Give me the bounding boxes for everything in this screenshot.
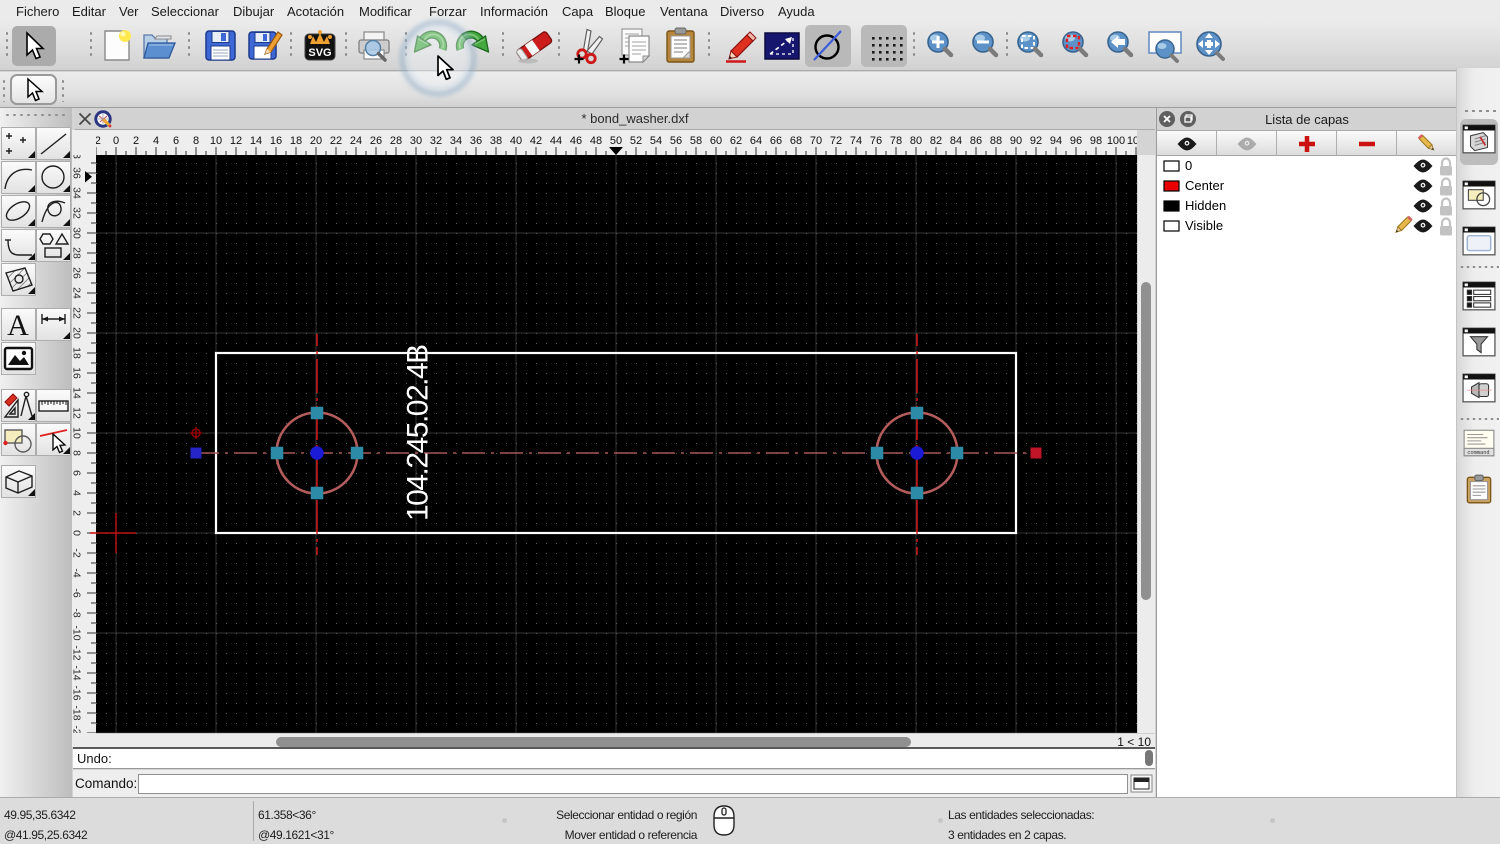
svg-text:-12: -12 [72, 645, 83, 660]
svg-text:82: 82 [930, 135, 942, 147]
svg-text:18: 18 [72, 347, 83, 359]
svg-text:54: 54 [650, 135, 662, 147]
svg-text:44: 44 [550, 135, 562, 147]
svg-text:36: 36 [470, 135, 482, 147]
svg-text:-6: -6 [72, 588, 83, 597]
svg-text:6: 6 [72, 470, 83, 476]
svg-text:4: 4 [72, 490, 83, 496]
svg-text:38: 38 [72, 155, 83, 159]
svg-text:10: 10 [72, 427, 83, 439]
svg-text:42: 42 [530, 135, 542, 147]
svg-text:56: 56 [670, 135, 682, 147]
svg-text:32: 32 [72, 207, 83, 219]
svg-text:12: 12 [230, 135, 242, 147]
svg-text:98: 98 [1090, 135, 1102, 147]
svg-text:30: 30 [72, 227, 83, 239]
svg-text:94: 94 [1050, 135, 1062, 147]
svg-text:90: 90 [1010, 135, 1022, 147]
svg-text:46: 46 [570, 135, 582, 147]
svg-text:60: 60 [710, 135, 722, 147]
svg-text:30: 30 [410, 135, 422, 147]
svg-text:48: 48 [590, 135, 602, 147]
svg-text:26: 26 [370, 135, 382, 147]
svg-text:22: 22 [330, 135, 342, 147]
svg-text:78: 78 [890, 135, 902, 147]
svg-text:24: 24 [350, 135, 362, 147]
svg-text:32: 32 [430, 135, 442, 147]
svg-text:100: 100 [1107, 135, 1125, 147]
svg-text:16: 16 [72, 367, 83, 379]
svg-text:72: 72 [830, 135, 842, 147]
svg-text:2: 2 [133, 135, 139, 147]
svg-text:18: 18 [290, 135, 302, 147]
svg-text:10: 10 [210, 135, 222, 147]
svg-text:-2: -2 [96, 135, 101, 147]
svg-text:88: 88 [990, 135, 1002, 147]
svg-text:52: 52 [630, 135, 642, 147]
svg-text:-14: -14 [72, 665, 83, 680]
svg-text:20: 20 [310, 135, 322, 147]
svg-text:74: 74 [850, 135, 862, 147]
svg-text:92: 92 [1030, 135, 1042, 147]
svg-text:4: 4 [153, 135, 159, 147]
svg-text:58: 58 [690, 135, 702, 147]
svg-text:66: 66 [770, 135, 782, 147]
svg-text:68: 68 [790, 135, 802, 147]
svg-text:102: 102 [1127, 135, 1137, 147]
svg-text:28: 28 [72, 247, 83, 259]
svg-text:command: command [1467, 450, 1489, 456]
svg-text:28: 28 [390, 135, 402, 147]
svg-text:36: 36 [72, 167, 83, 179]
svg-text:70: 70 [810, 135, 822, 147]
svg-text:34: 34 [72, 187, 83, 199]
svg-text:76: 76 [870, 135, 882, 147]
svg-text:16: 16 [270, 135, 282, 147]
svg-text:80: 80 [910, 135, 922, 147]
svg-text:20: 20 [72, 327, 83, 339]
svg-text:-2: -2 [72, 548, 83, 557]
svg-text:-4: -4 [72, 568, 83, 577]
svg-text:-8: -8 [72, 608, 83, 617]
svg-text:104.245.02.4B: 104.245.02.4B [402, 345, 435, 521]
svg-text:64: 64 [750, 135, 762, 147]
svg-text:-20: -20 [72, 725, 83, 733]
svg-text:8: 8 [72, 450, 83, 456]
svg-text:86: 86 [970, 135, 982, 147]
svg-text:14: 14 [72, 387, 83, 399]
svg-text:24: 24 [72, 287, 83, 299]
svg-text:-18: -18 [72, 705, 83, 720]
svg-text:-10: -10 [72, 625, 83, 640]
svg-text:50: 50 [610, 135, 622, 147]
svg-text:6: 6 [173, 135, 179, 147]
svg-text:26: 26 [72, 267, 83, 279]
svg-text:-16: -16 [72, 685, 83, 700]
svg-text:0: 0 [113, 135, 119, 147]
svg-text:8: 8 [193, 135, 199, 147]
svg-text:34: 34 [450, 135, 462, 147]
svg-text:96: 96 [1070, 135, 1082, 147]
svg-text:A: A [7, 309, 29, 341]
svg-text:40: 40 [510, 135, 522, 147]
svg-text:2: 2 [72, 510, 83, 516]
svg-text:12: 12 [72, 407, 83, 419]
svg-text:38: 38 [490, 135, 502, 147]
svg-text:14: 14 [250, 135, 262, 147]
svg-text:84: 84 [950, 135, 962, 147]
svg-text:0: 0 [72, 530, 83, 536]
svg-text:62: 62 [730, 135, 742, 147]
svg-text:SVG: SVG [308, 47, 331, 59]
svg-text:22: 22 [72, 307, 83, 319]
